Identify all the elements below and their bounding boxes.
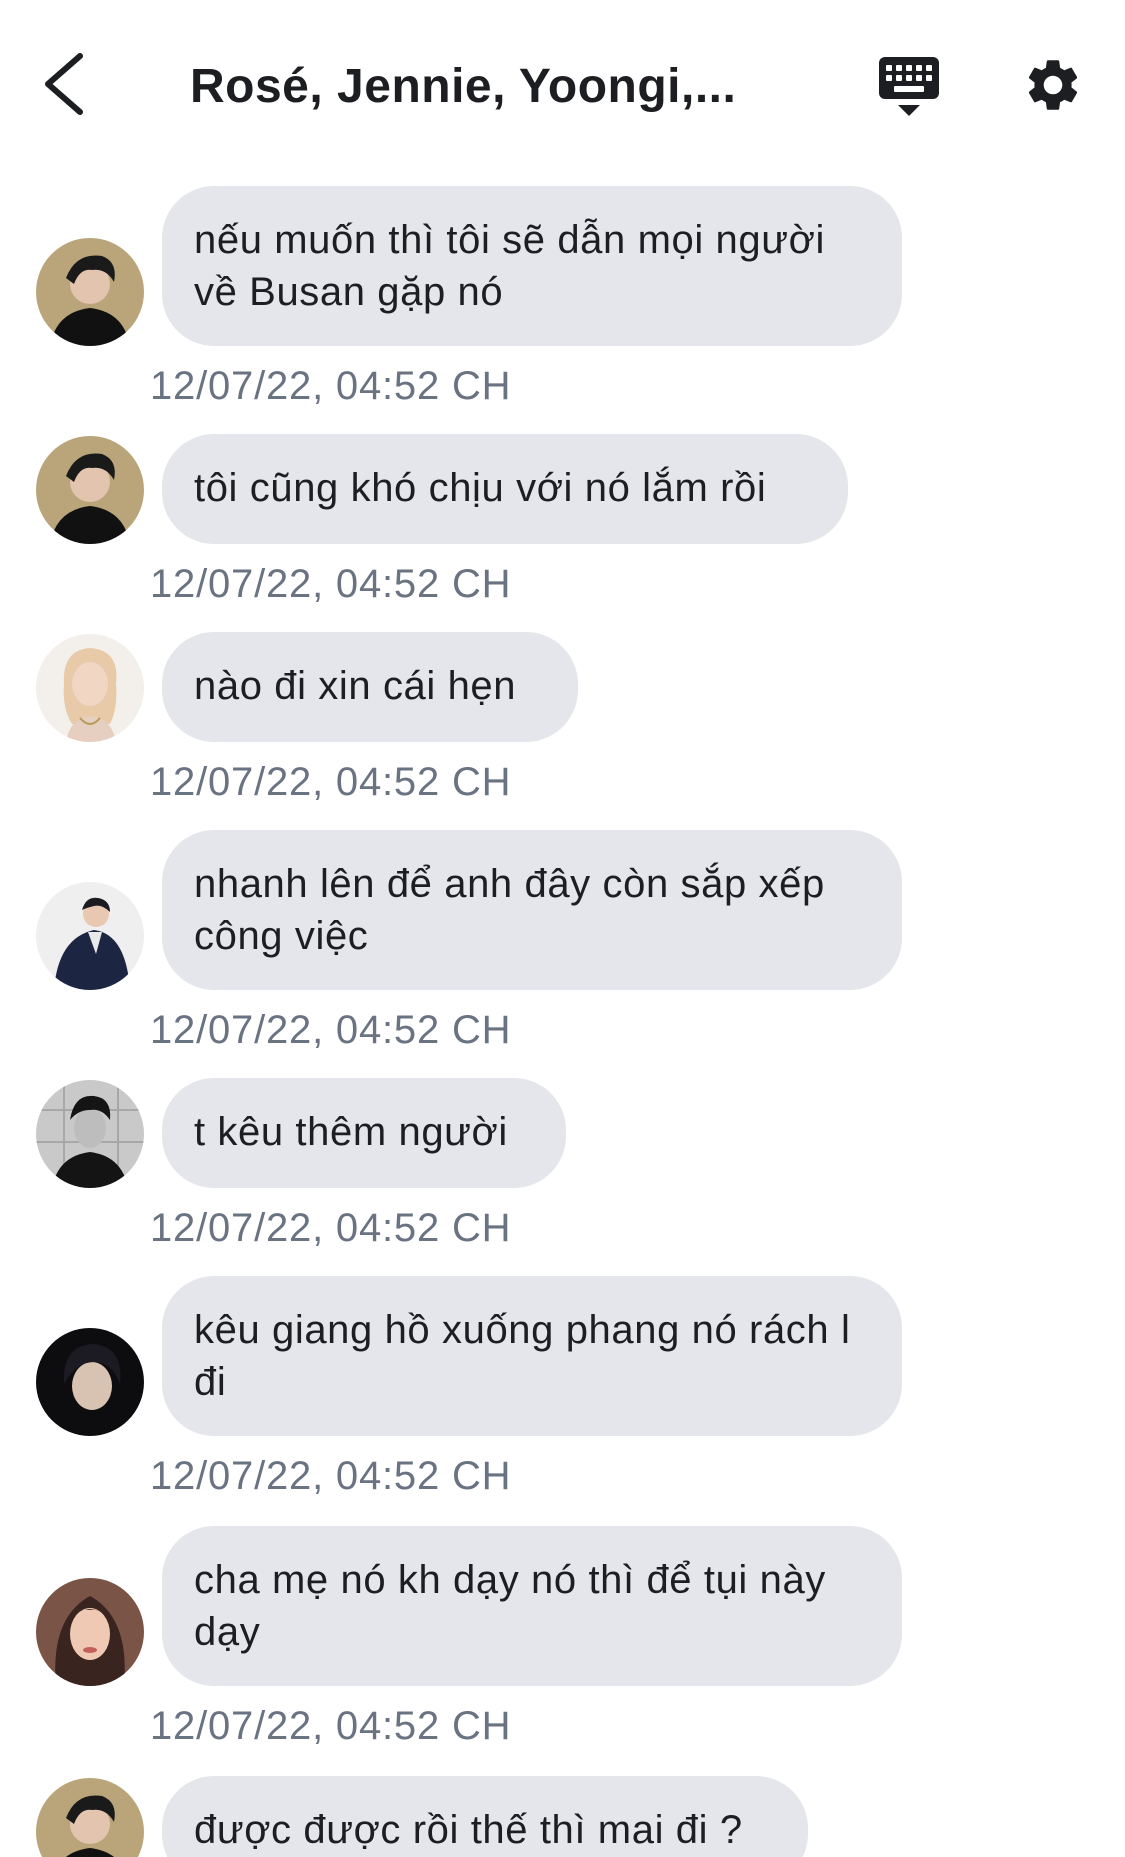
avatar[interactable] — [36, 1578, 144, 1686]
message-row: nào đi xin cái hẹn 12/07/22, 04:52 CH — [0, 632, 1125, 804]
avatar[interactable] — [36, 634, 144, 742]
message-bubble[interactable]: được được rồi thế thì mai đi ? — [162, 1776, 808, 1857]
chat-header: Rosé, Jennie, Yoongi,... — [0, 0, 1125, 170]
message-timestamp: 12/07/22, 04:52 CH — [150, 760, 512, 804]
message-bubble[interactable]: tôi cũng khó chịu với nó lắm rồi — [162, 434, 848, 544]
message-bubble[interactable]: nếu muốn thì tôi sẽ dẫn mọi người về Bus… — [162, 186, 902, 346]
avatar-man-dark-hair — [36, 436, 144, 544]
back-button[interactable] — [36, 48, 96, 120]
message-timestamp: 12/07/22, 04:52 CH — [150, 1206, 512, 1250]
message-row: tôi cũng khó chịu với nó lắm rồi 12/07/2… — [0, 434, 1125, 606]
message-bubble[interactable]: nhanh lên để anh đây còn sắp xếp công vi… — [162, 830, 902, 990]
message-row: được được rồi thế thì mai đi ? — [0, 1776, 1125, 1857]
chat-title: Rosé, Jennie, Yoongi,... — [190, 60, 737, 113]
message-timestamp: 12/07/22, 04:52 CH — [150, 364, 512, 408]
avatar[interactable] — [36, 1328, 144, 1436]
message-row: cha mẹ nó kh dạy nó thì để tụi này dạy 1… — [0, 1526, 1125, 1756]
keyboard-icon — [879, 57, 939, 116]
message-bubble[interactable]: kêu giang hồ xuống phang nó rách l đi — [162, 1276, 902, 1436]
message-row: t kêu thêm người 12/07/22, 04:52 CH — [0, 1078, 1125, 1250]
message-bubble[interactable]: t kêu thêm người — [162, 1078, 566, 1188]
avatar[interactable] — [36, 1080, 144, 1188]
message-timestamp: 12/07/22, 04:52 CH — [150, 1704, 512, 1748]
message-timestamp: 12/07/22, 04:52 CH — [150, 1008, 512, 1052]
avatar[interactable] — [36, 1778, 144, 1857]
avatar-man-monochrome — [36, 1080, 144, 1188]
avatar-man-dark-hair — [36, 238, 144, 346]
keyboard-button[interactable] — [876, 54, 942, 120]
message-bubble[interactable]: cha mẹ nó kh dạy nó thì để tụi này dạy — [162, 1526, 902, 1686]
message-row: kêu giang hồ xuống phang nó rách l đi 12… — [0, 1276, 1125, 1506]
gear-icon — [1028, 60, 1078, 110]
avatar[interactable] — [36, 436, 144, 544]
avatar[interactable] — [36, 882, 144, 990]
avatar-man-suit — [36, 882, 144, 990]
avatar-woman-dark-hair — [36, 1578, 144, 1686]
avatar[interactable] — [36, 238, 144, 346]
message-row: nếu muốn thì tôi sẽ dẫn mọi người về Bus… — [0, 186, 1125, 416]
avatar-blonde-woman — [36, 634, 144, 742]
message-timestamp: 12/07/22, 04:52 CH — [150, 1454, 512, 1498]
chevron-left-icon — [45, 53, 83, 115]
settings-button[interactable] — [1022, 54, 1084, 116]
avatar-man-dark-hair — [36, 1778, 144, 1857]
message-row: nhanh lên để anh đây còn sắp xếp công vi… — [0, 830, 1125, 1060]
message-timestamp: 12/07/22, 04:52 CH — [150, 562, 512, 606]
message-bubble[interactable]: nào đi xin cái hẹn — [162, 632, 578, 742]
avatar-man-dark — [36, 1328, 144, 1436]
